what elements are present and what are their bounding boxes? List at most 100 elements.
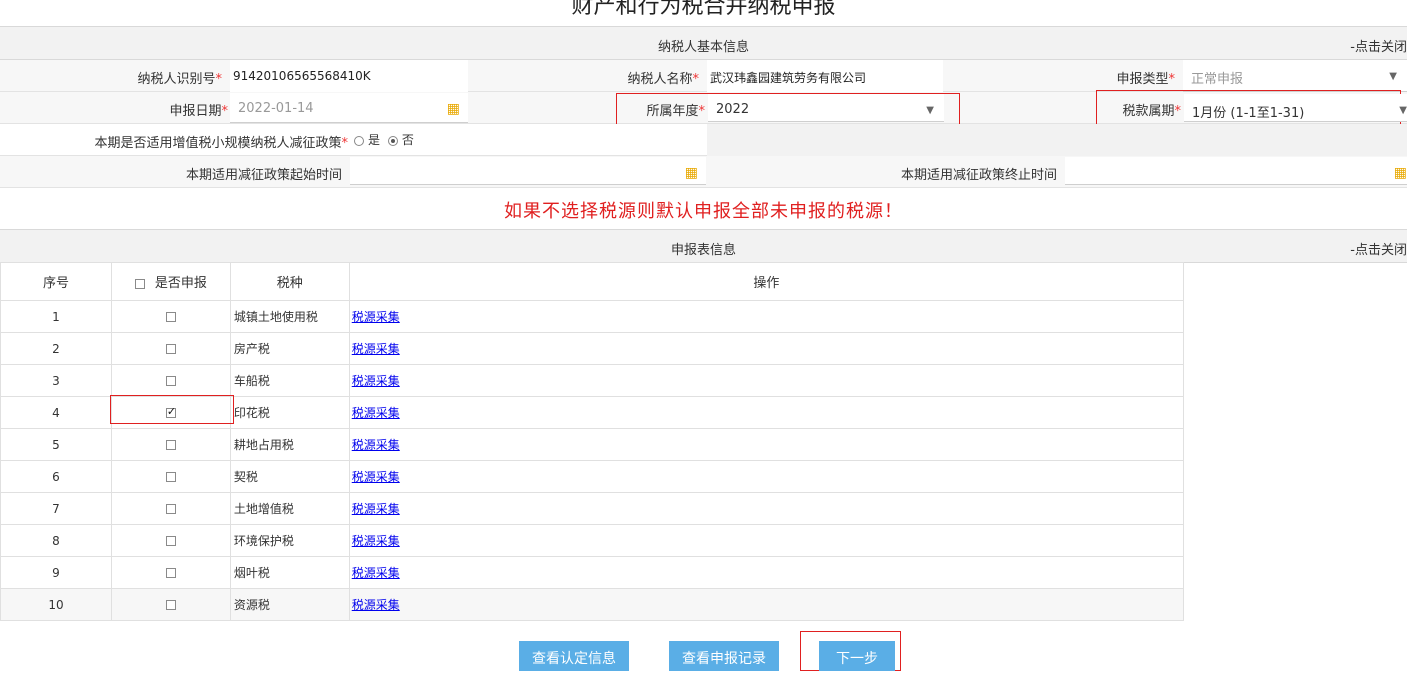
- table-row: 9 烟叶税 税源采集: [0, 556, 1185, 589]
- calendar-icon[interactable]: ▦: [685, 165, 698, 181]
- tax-source-collect-link[interactable]: 税源采集: [352, 566, 400, 580]
- taxpayer-id-label: 纳税人识别号*: [137, 72, 222, 87]
- row-tax-name: 耕地占用税: [229, 428, 350, 461]
- row-declare-checkbox[interactable]: [165, 440, 176, 450]
- row-action-cell: 税源采集: [348, 524, 1185, 557]
- row-no: 2: [0, 332, 112, 365]
- row-tax-name: 环境保护税: [229, 524, 350, 557]
- row-no: 5: [0, 428, 112, 461]
- start-time-input[interactable]: ▦: [350, 157, 706, 185]
- tax-source-collect-link[interactable]: 税源采集: [352, 534, 400, 548]
- basic-info-title: 纳税人基本信息: [657, 40, 749, 55]
- row-action-cell: 税源采集: [348, 300, 1185, 333]
- row-action-cell: 税源采集: [348, 460, 1185, 493]
- basic-info-collapse-link[interactable]: -点击关闭: [1350, 36, 1407, 55]
- row-no: 7: [0, 492, 112, 525]
- tax-source-collect-link[interactable]: 税源采集: [352, 438, 400, 452]
- col-header-declare-label: 是否申报: [154, 276, 207, 291]
- row-tax-name: 资源税: [229, 588, 350, 621]
- policy-yes-radio[interactable]: [354, 135, 364, 146]
- basic-info-header: 纳税人基本信息 -点击关闭: [0, 26, 1407, 60]
- calendar-icon[interactable]: ▦: [1394, 165, 1407, 181]
- warning-message: 如果不选择税源则默认申报全部未申报的税源！: [504, 201, 903, 222]
- row-declare-cell: [110, 300, 231, 333]
- table-row: 3 车船税 税源采集: [0, 364, 1185, 397]
- tax-source-collect-link[interactable]: 税源采集: [352, 310, 400, 324]
- decl-type-value: 正常申报: [1191, 72, 1244, 87]
- period-select[interactable]: 1月份 (1-1至1-31) ▼: [1184, 94, 1407, 122]
- select-all-checkbox[interactable]: [134, 278, 145, 289]
- policy-no-radio[interactable]: [387, 135, 398, 146]
- table-row: 10 资源税 税源采集: [0, 588, 1185, 621]
- row-tax-name: 土地增值税: [229, 492, 350, 525]
- decl-date-label: 申报日期*: [169, 104, 228, 119]
- row-declare-checkbox[interactable]: [165, 536, 176, 546]
- row-declare-cell: [110, 332, 231, 365]
- row-action-cell: 税源采集: [348, 588, 1185, 621]
- row-tax-name: 契税: [229, 460, 350, 493]
- year-value: 2022: [716, 102, 750, 117]
- row-declare-checkbox[interactable]: [165, 600, 176, 610]
- table-row: 8 环境保护税 税源采集: [0, 524, 1185, 557]
- decl-info-collapse-link[interactable]: -点击关闭: [1350, 239, 1407, 258]
- table-row: 1 城镇土地使用税 税源采集: [0, 300, 1185, 333]
- row-declare-cell: [110, 588, 231, 621]
- end-time-input[interactable]: ▦: [1065, 157, 1407, 185]
- row-no: 4: [0, 396, 112, 429]
- row-no: 6: [0, 460, 112, 493]
- row-tax-name: 印花税: [229, 396, 350, 429]
- col-header-no: 序号: [0, 262, 112, 301]
- tax-source-collect-link[interactable]: 税源采集: [352, 502, 400, 516]
- row-action-cell: 税源采集: [348, 492, 1185, 525]
- view-records-button[interactable]: 查看申报记录: [669, 641, 779, 671]
- view-cert-button[interactable]: 查看认定信息: [519, 641, 629, 671]
- caret-down-icon: ▼: [926, 105, 934, 116]
- next-button[interactable]: 下一步: [819, 641, 895, 671]
- tax-source-collect-link[interactable]: 税源采集: [352, 598, 400, 612]
- row-tax-name: 烟叶税: [229, 556, 350, 589]
- page-title: 财产和行为税合并纳税申报: [571, 0, 836, 19]
- col-header-declare: 是否申报: [110, 262, 231, 301]
- col-header-tax: 税种: [229, 262, 350, 301]
- decl-type-select[interactable]: 正常申报 ▼: [1183, 60, 1407, 92]
- row-declare-checkbox[interactable]: [165, 344, 176, 354]
- policy-label: 本期是否适用增值税小规模纳税人减征政策*: [94, 136, 348, 151]
- row-declare-checkbox[interactable]: [165, 472, 176, 482]
- row-declare-cell: [110, 364, 231, 397]
- table-row: 6 契税 税源采集: [0, 460, 1185, 493]
- decl-info-title: 申报表信息: [670, 243, 736, 258]
- caret-down-icon: ▼: [1399, 105, 1407, 116]
- row-declare-checkbox[interactable]: [165, 568, 176, 578]
- row-action-cell: 税源采集: [348, 364, 1185, 397]
- calendar-icon[interactable]: ▦: [447, 101, 460, 117]
- row-declare-cell: [110, 428, 231, 461]
- row-declare-checkbox[interactable]: [165, 504, 176, 514]
- tax-source-collect-link[interactable]: 税源采集: [352, 470, 400, 484]
- checked-row-highlight-box: [110, 395, 234, 424]
- year-select[interactable]: 2022 ▼: [708, 94, 944, 122]
- form-row-3-filler: [707, 124, 1407, 156]
- taxpayer-name-value: 武汉玮鑫园建筑劳务有限公司: [710, 71, 867, 85]
- row-no: 9: [0, 556, 112, 589]
- tax-source-collect-link[interactable]: 税源采集: [352, 374, 400, 388]
- tax-table: 序号 是否申报 税种 操作 1 城镇土地使用税 税源采集 2 房产税 税源采集 3 车船税 税源…: [0, 262, 1185, 621]
- row-tax-name: 车船税: [229, 364, 350, 397]
- tax-source-collect-link[interactable]: 税源采集: [352, 406, 400, 420]
- row-tax-name: 房产税: [229, 332, 350, 365]
- row-declare-cell: [110, 524, 231, 557]
- row-declare-checkbox[interactable]: [165, 376, 176, 386]
- taxpayer-id-field: 91420106565568410K: [230, 60, 468, 92]
- year-label: 所属年度*: [646, 104, 705, 119]
- tax-source-collect-link[interactable]: 税源采集: [352, 342, 400, 356]
- decl-date-input[interactable]: 2022-01-14 ▦: [230, 93, 468, 123]
- taxpayer-name-label: 纳税人名称*: [627, 72, 699, 87]
- row-no: 8: [0, 524, 112, 557]
- decl-date-value: 2022-01-14: [238, 101, 314, 116]
- policy-radio-group: 是 否: [350, 131, 470, 151]
- decl-type-label: 申报类型*: [1116, 72, 1175, 87]
- table-row: 7 土地增值税 税源采集: [0, 492, 1185, 525]
- caret-down-icon: ▼: [1389, 71, 1397, 82]
- row-action-cell: 税源采集: [348, 428, 1185, 461]
- row-declare-checkbox[interactable]: [165, 312, 176, 322]
- col-header-action: 操作: [348, 262, 1185, 301]
